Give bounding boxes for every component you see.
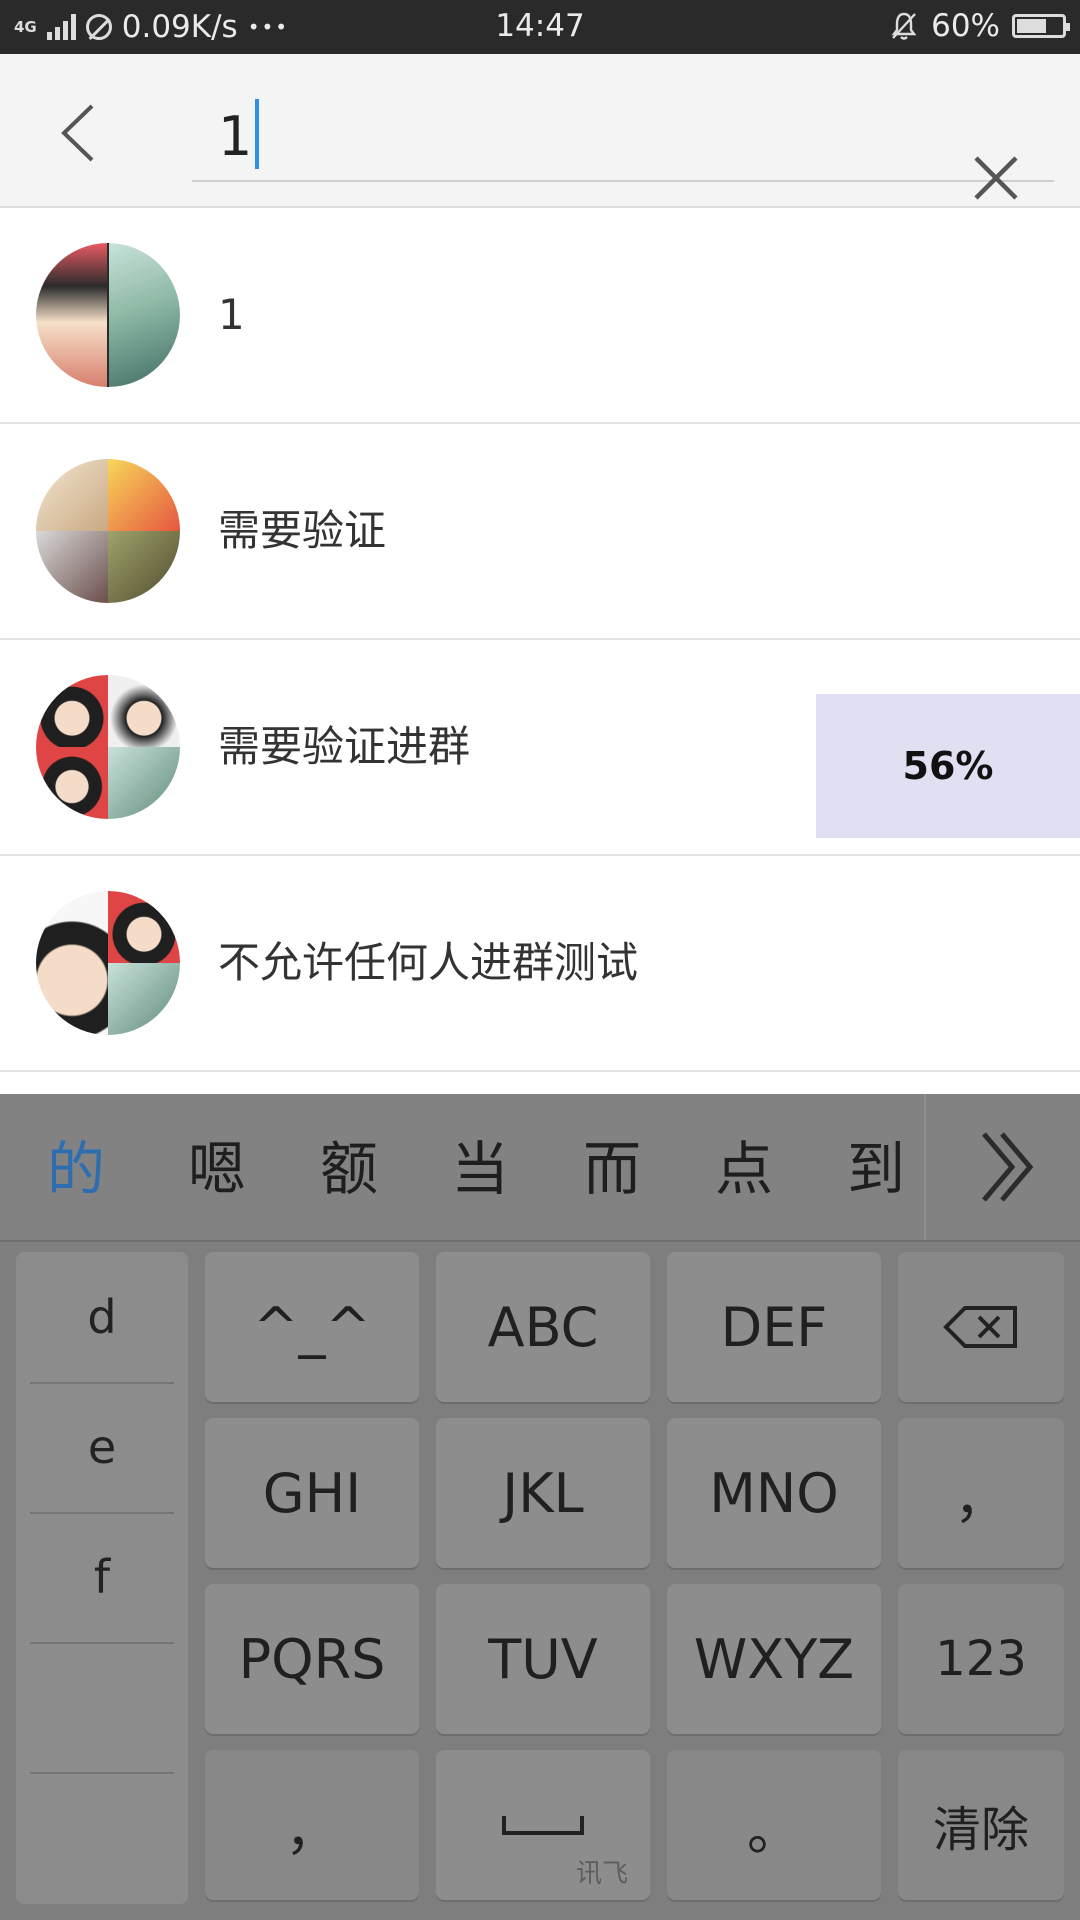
keypad: d e f ^_^ ABC DEF GHI JKL MNO ， PQRS TUV…	[0, 1242, 1080, 1920]
avatar	[36, 243, 180, 387]
status-right: 60%	[889, 8, 1070, 44]
space-key[interactable]: 讯飞	[436, 1750, 650, 1900]
text-cursor	[255, 99, 260, 169]
search-results: 1 需要验证 需要验证进群 56% 不允许任何人进群测试	[0, 208, 1080, 1072]
candidate-item[interactable]: 而	[552, 1094, 672, 1240]
pinyin-option[interactable]: f	[16, 1512, 188, 1642]
candidate-bar: 的 嗯 额 当 而 点 到	[0, 1094, 1080, 1242]
comma-key[interactable]: ，	[898, 1418, 1064, 1568]
abc-key[interactable]: ABC	[436, 1252, 650, 1402]
status-bar: 4G 0.09K/s ••• 14:47 60%	[0, 0, 1080, 54]
space-icon	[502, 1816, 584, 1835]
candidate-item[interactable]: 额	[289, 1094, 409, 1240]
avatar	[36, 891, 180, 1035]
list-item[interactable]: 需要验证进群 56%	[0, 640, 1080, 856]
pinyin-column: d e f	[16, 1252, 188, 1904]
wxyz-key[interactable]: WXYZ	[667, 1584, 881, 1734]
pinyin-option[interactable]: d	[16, 1252, 188, 1382]
avatar	[36, 675, 180, 819]
result-name: 需要验证	[218, 506, 387, 555]
candidate-item[interactable]: 当	[420, 1094, 540, 1240]
search-input-value: 1	[218, 105, 253, 168]
def-key[interactable]: DEF	[667, 1252, 881, 1402]
list-item[interactable]: 不允许任何人进群测试	[0, 856, 1080, 1072]
pqrs-key[interactable]: PQRS	[205, 1584, 419, 1734]
silent-bell-icon	[891, 12, 917, 40]
result-name: 1	[218, 290, 245, 339]
comma-key-bottom[interactable]: ，	[205, 1750, 419, 1900]
ime-keyboard: 的 嗯 额 当 而 点 到 d e f ^_^ ABC DEF GHI JKL …	[0, 1094, 1080, 1920]
period-key[interactable]: 。	[667, 1750, 881, 1900]
progress-badge: 56%	[816, 694, 1080, 838]
avatar	[36, 459, 180, 603]
tuv-key[interactable]: TUV	[436, 1584, 650, 1734]
ime-brand-label: 讯飞	[575, 1859, 628, 1889]
back-arrow-icon[interactable]	[52, 100, 112, 166]
pinyin-option[interactable]: e	[16, 1382, 188, 1512]
candidate-item[interactable]: 到	[816, 1094, 936, 1240]
battery-icon	[1012, 14, 1070, 38]
ghi-key[interactable]: GHI	[205, 1418, 419, 1568]
result-name: 不允许任何人进群测试	[218, 938, 639, 987]
emoticon-key[interactable]: ^_^	[205, 1252, 419, 1402]
battery-fill	[1017, 19, 1046, 33]
battery-percent: 60%	[931, 8, 1000, 44]
number-mode-key[interactable]: 123	[898, 1584, 1064, 1734]
backspace-icon	[943, 1306, 1017, 1348]
expand-candidates-icon[interactable]	[924, 1094, 1080, 1240]
candidate-item[interactable]: 点	[684, 1094, 804, 1240]
mno-key[interactable]: MNO	[667, 1418, 881, 1568]
candidate-item[interactable]: 的	[16, 1094, 136, 1240]
jkl-key[interactable]: JKL	[436, 1418, 650, 1568]
list-item[interactable]: 1	[0, 208, 1080, 424]
list-item[interactable]: 需要验证	[0, 424, 1080, 640]
close-icon[interactable]	[970, 152, 1022, 204]
candidate-item[interactable]: 嗯	[157, 1094, 277, 1240]
search-input[interactable]: 1	[192, 94, 1054, 182]
backspace-key[interactable]	[898, 1252, 1064, 1402]
search-header: 1	[0, 54, 1080, 208]
result-name: 需要验证进群	[218, 722, 471, 771]
clear-key[interactable]: 清除	[898, 1750, 1064, 1900]
